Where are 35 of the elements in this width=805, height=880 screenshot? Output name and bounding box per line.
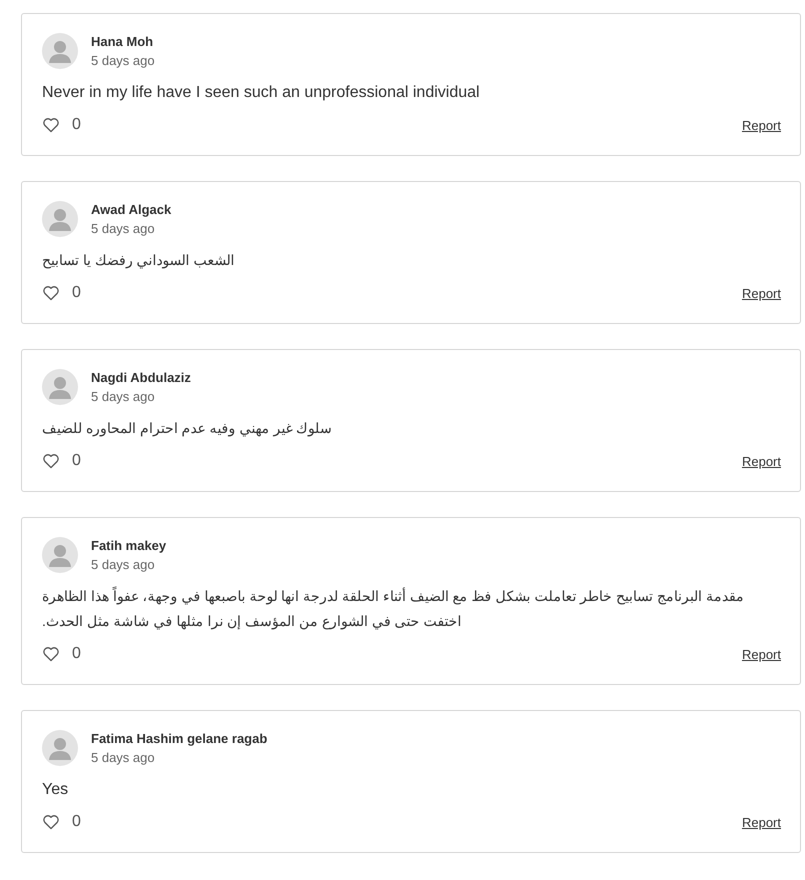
author-name: Hana Moh [91,34,154,49]
comment-time: 5 days ago [91,557,156,572]
comment-text: سلوك غير مهني وفيه عدم احترام المحاوره للضيف [42,419,334,438]
heart-icon[interactable] [42,814,60,830]
avatar-icon [42,730,78,766]
author-name: Fatima Hashim gelane ragab [91,731,268,746]
heart-icon[interactable] [42,117,60,133]
avatar-icon [42,537,78,573]
report-link[interactable]: Report [742,118,781,132]
like-count: 0 [72,116,81,134]
avatar-icon [42,33,78,69]
avatar-icon [42,201,78,237]
comment-time: 5 days ago [91,53,155,68]
comment-text: Yes [42,780,70,800]
like-count: 0 [72,452,81,470]
heart-icon[interactable] [42,646,60,662]
author-name: Nagdi Abdulaziz [91,370,191,385]
comment-time: 5 days ago [91,389,156,404]
report-link[interactable]: Report [742,814,781,830]
comment-text: Never in my life have I seen such an unprofessional individual [42,83,481,103]
comment-text: الشعب السوداني رفضك يا تسابيح [42,251,236,270]
author-name: Fatih makey [91,538,166,553]
avatar-icon [42,369,78,405]
author-name: Awad Algack [91,202,172,217]
report-link[interactable]: Report [742,286,781,300]
like-count: 0 [72,284,81,302]
heart-icon[interactable] [42,453,60,469]
heart-icon[interactable] [42,285,60,301]
comment-time: 5 days ago [91,221,156,236]
like-count: 0 [72,645,81,663]
report-link[interactable]: Report [742,454,781,468]
report-link[interactable]: Report [742,646,781,662]
like-count: 0 [72,813,81,831]
comment-time: 5 days ago [91,750,156,765]
comment-text: مقدمة البرنامج تسابيح خاطر تعاملت بشكل فظ مع الضيف أثناء الحلقة لدرجة انها لوحة باصبعها في وجهة، عفواً هذا الظاهرة اختفت حتى في الشوارع من المؤسف إن نرا مثلها في شاشة مثل الحدث. [42,586,745,632]
